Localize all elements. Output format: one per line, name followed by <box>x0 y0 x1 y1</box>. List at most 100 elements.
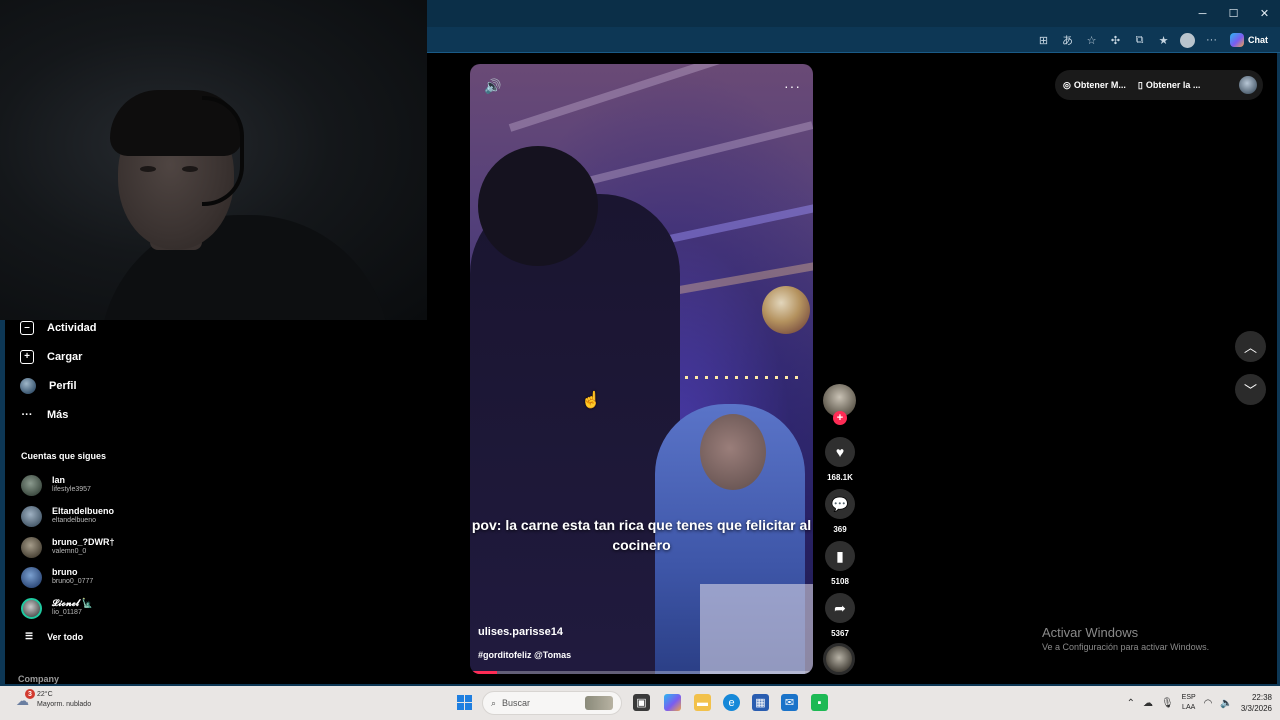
edge-browser-icon[interactable]: e <box>723 694 740 711</box>
next-video-button[interactable]: ﹀ <box>1235 374 1266 405</box>
language-code: ESP <box>1181 694 1196 701</box>
account-handle: valemn0_0 <box>52 548 87 555</box>
volume-icon[interactable]: 🔈 <box>1220 698 1232 709</box>
following-account[interactable]: Ian lifestyle3957 <box>21 473 91 497</box>
headset-icon <box>202 96 244 206</box>
notification-badge: 3 <box>25 689 35 699</box>
see-all-label: Ver todo <box>47 631 84 642</box>
settings-more-icon[interactable]: ··· <box>1202 31 1221 50</box>
like-count: 168.1K <box>827 473 853 482</box>
following-account[interactable]: Eltandelbueno eltandelbueno <box>21 504 114 528</box>
outlook-icon[interactable]: ✉ <box>781 694 798 711</box>
file-explorer-icon[interactable]: ▬ <box>694 694 711 711</box>
video-progress-bar[interactable] <box>470 671 813 674</box>
account-name: bruno_?DWR† <box>52 537 115 547</box>
start-button[interactable] <box>457 695 472 710</box>
close-button[interactable]: ✕ <box>1249 0 1280 27</box>
windows-taskbar: ☁ 3 22°C Mayorm. nublado ⌕ Buscar ▣ ▬ e … <box>0 686 1280 720</box>
comment-button[interactable]: 💬 <box>825 489 855 519</box>
weather-description: Mayorm. nublado <box>37 701 92 708</box>
avatar <box>21 474 42 496</box>
sidebar: – Actividad + Cargar Perfil ··· Más Cuen… <box>5 320 165 685</box>
chevron-up-icon: ︿ <box>1243 340 1257 355</box>
maximize-button[interactable]: ☐ <box>1218 0 1249 27</box>
account-handle: eltandelbueno <box>52 517 96 524</box>
video-player[interactable]: 🔊 ··· pov: la carne esta tan rica que te… <box>470 64 813 674</box>
following-account[interactable]: bruno_?DWR† valemn0_0 <box>21 535 115 559</box>
wifi-icon[interactable]: ◠ <box>1204 698 1213 709</box>
cloud-icon: ☁ 3 <box>16 689 35 708</box>
account-name: Ian <box>52 475 66 485</box>
company-link[interactable]: Company <box>18 674 59 684</box>
store-icon[interactable]: ▦ <box>752 694 769 711</box>
previous-video-button[interactable]: ︿ <box>1235 331 1266 362</box>
upload-icon: + <box>20 350 34 364</box>
sidebar-item-cargar[interactable]: + Cargar <box>20 347 82 367</box>
video-hashtags[interactable]: #gorditofeliz @Tomas <box>478 650 571 660</box>
profile-avatar <box>1180 32 1195 48</box>
like-button[interactable]: ♥ <box>825 437 855 467</box>
follow-plus-icon[interactable]: + <box>833 411 847 425</box>
clock-time: 22:38 <box>1251 693 1272 702</box>
avatar <box>21 566 42 588</box>
chevron-up-icon[interactable]: ⌃ <box>1127 698 1135 709</box>
user-avatar[interactable] <box>1239 76 1257 94</box>
disco-ball <box>762 286 810 334</box>
account-name: 𝓛𝓲𝓸𝓷𝓮𝓵 🗽 <box>52 598 93 608</box>
system-tray: ⌃ ☁ 🎙 ESP LAA ◠ 🔈 22:38 3/3/2026 <box>1127 686 1272 720</box>
windows-logo-icon <box>457 695 464 702</box>
sidebar-item-actividad[interactable]: – Actividad <box>20 318 97 338</box>
extensions-icon[interactable]: ✣ <box>1106 31 1125 50</box>
activity-icon: – <box>20 321 34 335</box>
weather-temperature: 22°C <box>37 691 53 698</box>
translate-icon[interactable]: あ <box>1058 31 1077 50</box>
clock[interactable]: 22:38 3/3/2026 <box>1241 692 1272 714</box>
sidebar-item-perfil[interactable]: Perfil <box>20 376 77 396</box>
windows-logo-icon <box>457 703 464 710</box>
language-indicator[interactable]: ESP LAA <box>1182 693 1196 713</box>
taskbar-search[interactable]: ⌕ Buscar <box>482 691 622 715</box>
favorites-icon[interactable]: ★ <box>1154 31 1173 50</box>
minimize-button[interactable]: ─ <box>1187 0 1218 27</box>
ceiling-beam <box>559 121 813 192</box>
watermark-subtitle: Ve a Configuración para activar Windows. <box>1042 642 1210 652</box>
see-all-button[interactable]: ☰ Ver todo <box>25 631 83 642</box>
video-author[interactable]: ulises.parisse14 <box>478 626 563 638</box>
copilot-chat-button[interactable]: Chat <box>1226 33 1272 47</box>
get-coins-button[interactable]: ◎ Obtener M... <box>1063 80 1126 91</box>
following-account[interactable]: 𝓛𝓲𝓸𝓷𝓮𝓵 🗽 lio_01187 <box>21 596 93 620</box>
search-placeholder: Buscar <box>502 698 531 708</box>
sidebar-item-label: Cargar <box>47 351 83 363</box>
meet-icon[interactable]: ☁ <box>1143 698 1153 709</box>
more-dots-icon: ··· <box>21 409 33 421</box>
microphone-icon[interactable]: 🎙 <box>1161 698 1174 709</box>
account-handle: bruno0_0777 <box>52 578 94 585</box>
task-view-icon[interactable]: ▣ <box>633 694 650 711</box>
windows-logo-icon <box>465 695 472 702</box>
weather-widget[interactable]: ☁ 3 22°C Mayorm. nublado <box>16 689 92 710</box>
music-disc-icon[interactable] <box>823 643 855 675</box>
copilot-taskbar-icon[interactable] <box>664 694 681 711</box>
save-button[interactable]: ▮ <box>825 541 855 571</box>
save-count: 5108 <box>831 577 849 586</box>
more-options-icon[interactable]: ··· <box>784 78 801 94</box>
app-available-icon[interactable]: ⊞ <box>1034 31 1053 50</box>
account-handle: lifestyle3957 <box>52 486 91 493</box>
comment-icon: 💬 <box>831 495 849 512</box>
following-account[interactable]: bruno bruno0_0777 <box>21 565 93 589</box>
sidebar-item-mas[interactable]: ··· Más <box>20 405 69 425</box>
collections-icon[interactable]: ⧉ <box>1130 31 1149 50</box>
profile-icon[interactable] <box>1178 31 1197 50</box>
share-arrow-icon: ➦ <box>834 599 846 616</box>
keyboard-layout: LAA <box>1182 704 1196 711</box>
heart-icon: ♥ <box>835 444 845 460</box>
video-person-standing <box>470 194 680 674</box>
game-app-icon[interactable]: ▪ <box>811 694 828 711</box>
volume-icon[interactable]: 🔊 <box>484 78 501 95</box>
favorite-star-icon[interactable]: ☆ <box>1082 31 1101 50</box>
get-app-label: Obtener la ... <box>1145 80 1201 90</box>
get-app-button[interactable]: ▯ Obtener la ... <box>1138 80 1200 91</box>
chevron-down-icon: ﹀ <box>1243 383 1257 398</box>
share-button[interactable]: ➦ <box>825 593 855 623</box>
chat-label: Chat <box>1248 35 1268 45</box>
